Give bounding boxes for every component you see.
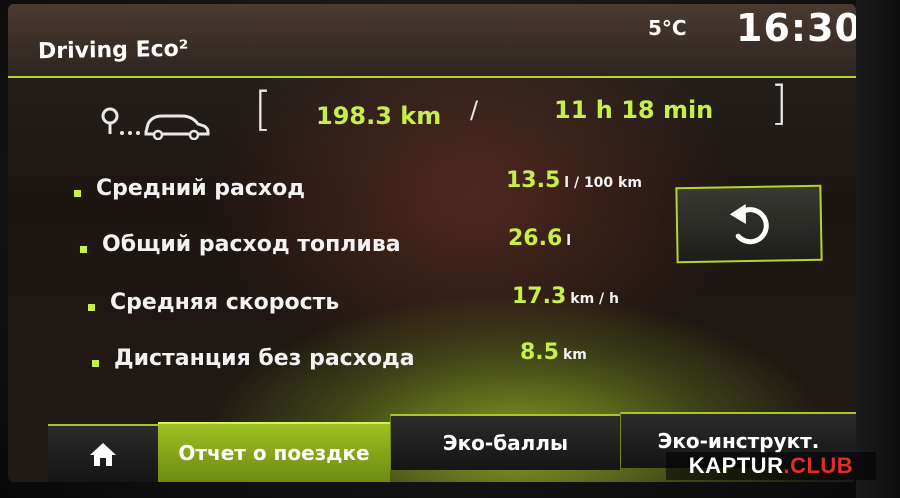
trip-separator: / [470,96,479,124]
display-frame-right [856,0,900,498]
stat-unit: km [562,347,587,363]
stat-unit: l / 100 km [564,175,642,191]
route-car-icon [100,106,210,144]
stat-label: Средний расход [96,176,305,201]
bullet-icon [74,190,81,197]
home-icon [90,443,116,466]
screen: Driving Eco² 5°C 16:30 [ 198.3 km / 11 h… [8,4,856,482]
stat-label: Дистанция без расхода [114,346,415,371]
trip-duration: 11 h 18 min [554,96,714,124]
stat-number: 26.6 [508,226,563,251]
stat-unit: km / h [570,291,620,307]
bracket-close: ] [770,76,788,130]
stat-value-total-fuel: 26.6 l [508,226,571,251]
watermark-suffix: CLUB [790,453,854,478]
header-bar: Driving Eco² 5°C 16:30 [8,4,856,78]
stat-number: 17.3 [512,284,567,309]
stat-label: Средняя скорость [110,290,340,315]
outside-temperature: 5°C [648,16,687,40]
tab-trip-report[interactable]: Отчет о поездке [158,422,390,482]
watermark-dot: . [783,453,791,478]
bullet-icon [92,360,99,367]
bullet-icon [80,246,87,253]
trip-distance: 198.3 km [316,102,442,130]
trip-summary: [ 198.3 km / 11 h 18 min ] [8,76,856,144]
reset-trip-button[interactable] [675,184,823,264]
app-title: Driving Eco² [37,36,189,65]
reset-icon [729,204,769,245]
stat-label: Общий расход топлива [102,232,401,257]
clock: 16:30 [736,6,856,50]
watermark-brand: KAPTUR [688,453,784,478]
stat-number: 13.5 [506,168,561,193]
stat-unit: l [566,233,572,249]
tab-eco-points[interactable]: Эко-баллы [390,414,620,470]
stat-value-average-speed: 17.3 km / h [512,284,619,309]
bracket-open: [ [254,82,272,136]
stat-number: 8.5 [520,340,559,365]
stat-value-coasting-distance: 8.5 km [520,340,587,365]
stat-value-average-consumption: 13.5 l / 100 km [506,168,642,193]
bullet-icon [88,304,95,311]
tab-home[interactable] [48,424,158,482]
watermark: KAPTUR. CLUB [666,452,876,480]
